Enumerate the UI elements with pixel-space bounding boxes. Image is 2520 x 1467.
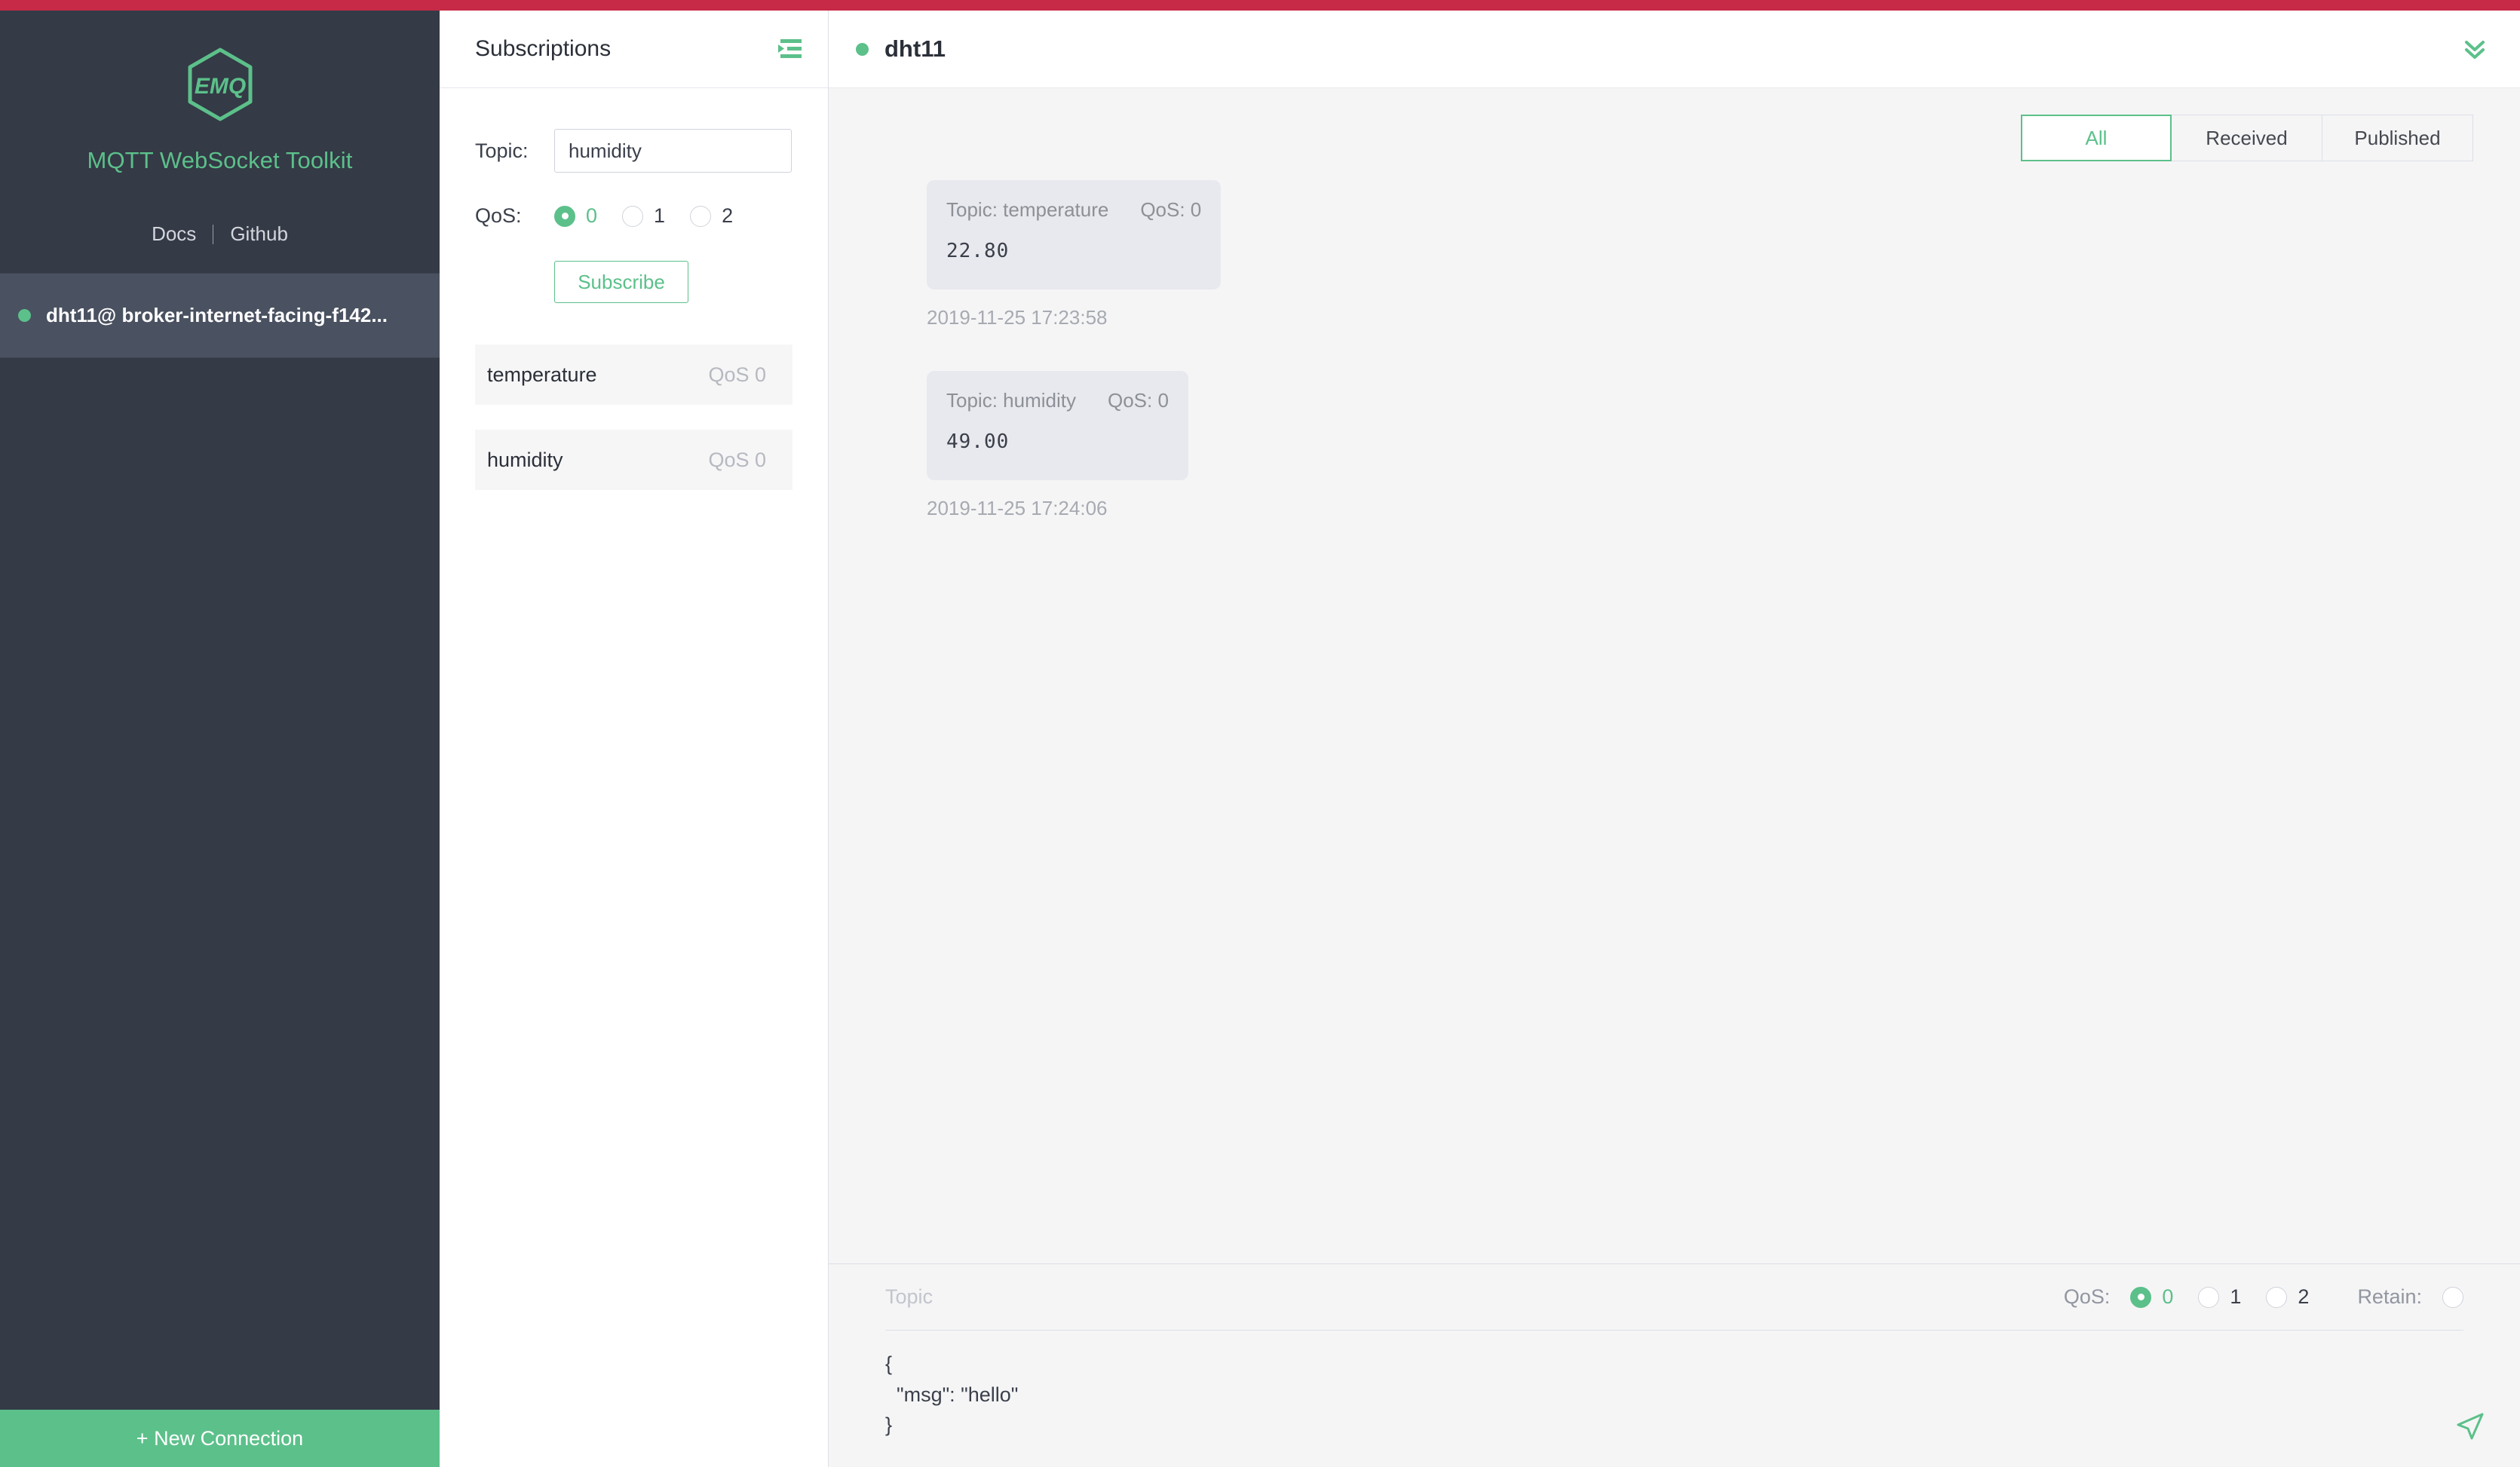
- tab-received[interactable]: Received: [2172, 115, 2322, 161]
- publish-qos-radio-2-label: 2: [2298, 1285, 2310, 1308]
- page-title: dht11: [884, 35, 946, 62]
- topic-input[interactable]: [554, 129, 792, 173]
- publish-qos-radio-0-label: 0: [2162, 1285, 2174, 1308]
- subscriptions-list: temperature QoS 0 humidity QoS 0: [440, 345, 828, 490]
- message-topic: Topic: humidity: [946, 389, 1076, 412]
- radio-mark-icon: [622, 205, 644, 227]
- double-chevron-down-icon[interactable]: [2461, 36, 2496, 62]
- message-qos: QoS: 0: [1140, 198, 1202, 221]
- message-topic: Topic: temperature: [946, 198, 1109, 221]
- subscription-list-item[interactable]: temperature QoS 0: [475, 345, 792, 405]
- qos-label: QoS:: [475, 204, 522, 227]
- subscription-topic: humidity: [487, 448, 563, 471]
- subscriptions-title: Subscriptions: [475, 36, 612, 61]
- retain-group: Retain:: [2357, 1285, 2463, 1309]
- qos-radio-0-label: 0: [586, 204, 598, 227]
- retain-label: Retain:: [2357, 1285, 2422, 1308]
- message-payload: 22.80: [946, 240, 1010, 262]
- message-meta: Topic: humidity QoS: 0: [946, 389, 1169, 412]
- subscriptions-panel: Subscriptions Topic: QoS: 0: [440, 11, 829, 1467]
- subscription-qos: QoS 0: [708, 363, 766, 386]
- top-accent-bar: [0, 0, 2520, 11]
- tab-all[interactable]: All: [2021, 115, 2172, 161]
- connection-status-dot: [856, 42, 869, 56]
- new-connection-button[interactable]: + New Connection: [0, 1410, 440, 1467]
- topic-label: Topic:: [475, 139, 529, 162]
- radio-mark-icon: [2130, 1286, 2152, 1308]
- publish-topic-input[interactable]: [885, 1264, 2064, 1330]
- qos-radio-2-label: 2: [722, 204, 734, 227]
- github-link[interactable]: Github: [230, 222, 288, 246]
- message-bubble[interactable]: Topic: temperature QoS: 0 22.80: [927, 180, 1222, 289]
- connection-title-group: dht11: [856, 35, 946, 63]
- topic-field-row: Topic:: [475, 129, 792, 173]
- brand-name: MQTT WebSocket Toolkit: [87, 147, 353, 173]
- qos-field-row: QoS: 0 1 2: [475, 204, 792, 228]
- radio-mark-icon: [554, 205, 575, 227]
- subscribe-button[interactable]: Subscribe: [554, 261, 688, 303]
- message-list: Topic: temperature QoS: 0 22.80 2019-11-…: [829, 180, 2520, 1251]
- message-item: Topic: humidity QoS: 0 49.00 2019-11-25 …: [927, 371, 2520, 520]
- message-meta: Topic: temperature QoS: 0: [946, 198, 1201, 222]
- message-filter-tabs: All Received Published: [2021, 115, 2473, 161]
- subscribe-form: Topic: QoS: 0 1 2 Subscribe: [440, 88, 828, 303]
- connection-status-dot: [18, 309, 31, 322]
- message-item: Topic: temperature QoS: 0 22.80 2019-11-…: [927, 180, 2520, 329]
- message-qos: QoS: 0: [1107, 389, 1169, 412]
- publish-bar: QoS: 0 1 2 Retain:: [829, 1263, 2520, 1467]
- qos-radio-1-label: 1: [654, 204, 666, 227]
- send-button[interactable]: [2443, 1402, 2497, 1450]
- retain-checkbox[interactable]: [2442, 1286, 2463, 1308]
- subscription-topic: temperature: [487, 363, 597, 386]
- connection-header: dht11: [829, 11, 2520, 88]
- connection-label: dht11@ broker-internet-facing-f142...: [46, 304, 388, 326]
- message-timestamp: 2019-11-25 17:24:06: [927, 497, 1108, 519]
- publish-payload-input[interactable]: [885, 1349, 2318, 1447]
- qos-radio-1[interactable]: 1: [622, 204, 665, 228]
- docs-link[interactable]: Docs: [152, 222, 196, 246]
- brand-links: Docs Github: [0, 222, 440, 246]
- publish-options: QoS: 0 1 2 Retain:: [2064, 1285, 2463, 1309]
- tab-published[interactable]: Published: [2322, 115, 2473, 161]
- publish-qos-radio-1[interactable]: 1: [2198, 1285, 2241, 1309]
- brand-block: EMQ MQTT WebSocket Toolkit Docs Github: [0, 11, 440, 274]
- indent-left-icon[interactable]: [777, 38, 804, 60]
- qos-radio-0[interactable]: 0: [554, 204, 597, 228]
- publish-qos-radio-2[interactable]: 2: [2266, 1285, 2309, 1309]
- publish-qos-label: QoS:: [2063, 1285, 2111, 1308]
- publish-qos-radio-0[interactable]: 0: [2130, 1285, 2173, 1309]
- message-bubble[interactable]: Topic: humidity QoS: 0 49.00: [927, 371, 1188, 480]
- sidebar-connection-item[interactable]: dht11@ broker-internet-facing-f142...: [0, 274, 440, 358]
- qos-radio-2[interactable]: 2: [690, 204, 733, 228]
- message-timestamp: 2019-11-25 17:23:58: [927, 306, 1108, 329]
- radio-mark-icon: [690, 205, 712, 227]
- qos-radio-group: 0 1 2: [554, 204, 733, 228]
- radio-mark-icon: [2266, 1286, 2288, 1308]
- publish-qos-radio-1-label: 1: [2230, 1285, 2242, 1308]
- emq-logo-icon: EMQ: [0, 45, 440, 127]
- svg-text:EMQ: EMQ: [194, 74, 245, 99]
- subscription-qos: QoS 0: [708, 448, 766, 471]
- message-panel: dht11 All Received Published Topic: temp…: [829, 11, 2520, 1467]
- sidebar: EMQ MQTT WebSocket Toolkit Docs Github d…: [0, 11, 440, 1467]
- message-payload: 49.00: [946, 430, 1010, 453]
- subscription-list-item[interactable]: humidity QoS 0: [475, 430, 792, 490]
- subscriptions-header: Subscriptions: [440, 11, 828, 88]
- publish-qos-radio-group: 0 1 2: [2130, 1285, 2309, 1309]
- radio-mark-icon: [2198, 1286, 2220, 1308]
- publish-topic-row: QoS: 0 1 2 Retain:: [885, 1264, 2463, 1331]
- send-paper-plane-icon: [2454, 1413, 2487, 1445]
